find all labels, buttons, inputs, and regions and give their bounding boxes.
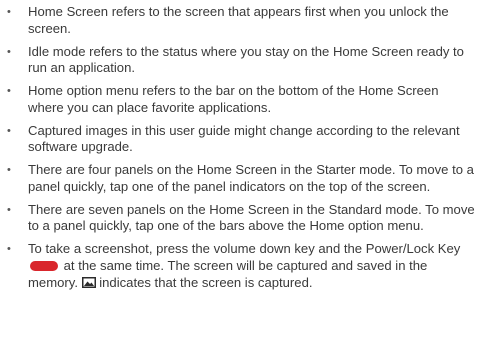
- list-item: • There are seven panels on the Home Scr…: [0, 202, 484, 235]
- bullet-icon: •: [7, 243, 11, 256]
- list-item-screenshot: • To take a screenshot, press the volume…: [0, 241, 484, 291]
- bullet-icon: •: [7, 6, 11, 18]
- power-lock-key-icon: [30, 260, 58, 271]
- list-item: • Idle mode refers to the status where y…: [0, 44, 484, 77]
- screenshot-captured-icon: [81, 276, 96, 288]
- bullet-icon: •: [7, 203, 11, 216]
- list-item: • Captured images in this user guide mig…: [0, 123, 484, 156]
- item-text: Home option menu refers to the bar on th…: [28, 83, 439, 115]
- item-text: There are seven panels on the Home Scree…: [28, 201, 475, 234]
- list-item: • There are four panels on the Home Scre…: [0, 162, 484, 195]
- item-text: There are four panels on the Home Screen…: [28, 162, 474, 194]
- item-text-part3: indicates that the screen is captured.: [99, 274, 313, 290]
- bullet-icon: •: [7, 164, 11, 177]
- bullet-list: • Home Screen refers to the screen that …: [0, 0, 484, 291]
- item-text: Captured images in this user guide might…: [28, 122, 460, 155]
- list-item: • Home option menu refers to the bar on …: [0, 83, 484, 116]
- bullet-icon: •: [7, 85, 11, 98]
- item-text: Idle mode refers to the status where you…: [28, 43, 464, 76]
- bullet-icon: •: [7, 124, 11, 137]
- bullet-icon: •: [7, 45, 11, 58]
- item-text: Home Screen refers to the screen that ap…: [28, 4, 449, 36]
- item-text-part1: To take a screenshot, press the volume d…: [28, 241, 461, 257]
- list-item: • Home Screen refers to the screen that …: [0, 4, 484, 37]
